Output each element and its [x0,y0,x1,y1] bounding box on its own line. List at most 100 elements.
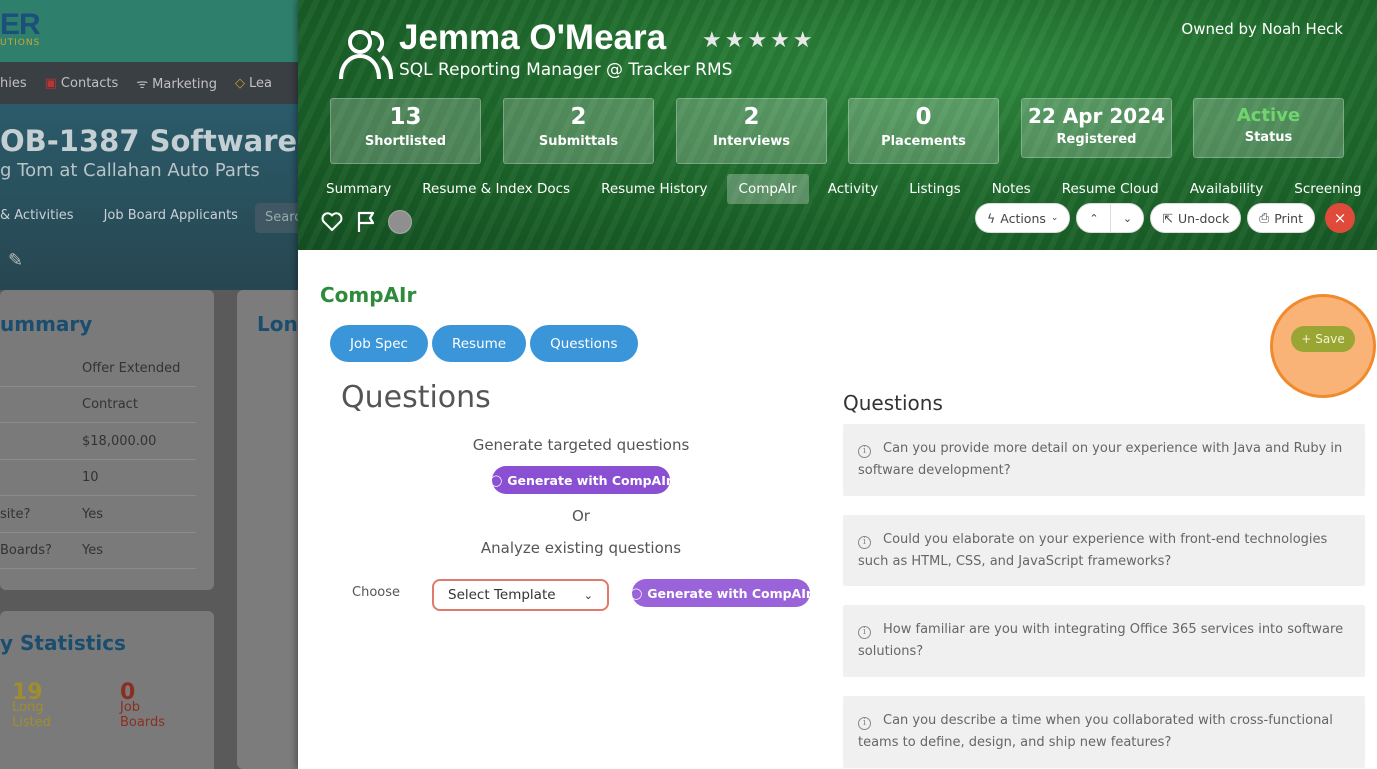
questions-list-title: Questions [843,391,943,415]
summary-row: site? Yes [0,497,196,533]
rating-stars[interactable]: ★★★★★ [702,28,816,53]
background-nav: hies ▣ Contacts ᯤ Marketing ◇ Lea [0,62,300,104]
quick-icons [320,210,412,234]
stat-registered: 22 Apr 2024 Registered [1021,98,1172,158]
stat-number: 0 [915,104,932,130]
summary-row: Contract [0,387,196,423]
nav-item-contacts[interactable]: ▣ Contacts [45,76,119,91]
pin-icon[interactable]: ✎ [8,250,23,271]
lightning-icon: ϟ [986,210,996,226]
status-dot-icon[interactable] [388,210,412,234]
chevron-down-icon: ⌄ [583,588,593,602]
stat-label: Long Listed [12,700,51,730]
or-label: Or [572,507,590,525]
tab-job-board-applicants[interactable]: Job Board Applicants [104,208,238,223]
stat-number: 2 [743,104,760,130]
header-toolbar: ϟ Actions ⌄ ⌃ ⌄ ⇱ Un-dock ⎙ Print × [974,203,1355,233]
info-icon: i [858,717,871,730]
print-label: Print [1274,210,1303,226]
compair-subtabs: Job Spec Resume Questions [330,325,638,362]
tab-availability[interactable]: Availability [1178,174,1276,204]
stat-interviews[interactable]: 2 Interviews [676,98,827,164]
choose-label: Choose [352,585,400,600]
stat-number: 0 [120,680,136,705]
chat-icon: ◯ [489,473,503,487]
template-select[interactable]: Select Template ⌄ [432,579,609,611]
nav-item[interactable]: hies [0,76,27,91]
subtab-questions[interactable]: Questions [530,325,638,362]
antenna-icon: ᯤ [136,77,149,92]
analyze-with-compair-button[interactable]: ◯ Generate with CompAIr [630,579,812,607]
job-title: OB-1387 Software Er [0,124,300,158]
long-list-title: Long [257,312,300,336]
tab-resume-cloud[interactable]: Resume Cloud [1050,174,1171,204]
background-search-input[interactable]: Searc [255,203,300,233]
chevron-down-icon[interactable]: ⌄ [1110,204,1143,232]
tab-summary[interactable]: Summary [314,174,403,204]
long-list-card: Long [237,290,300,769]
summary-value: Yes [82,507,103,522]
save-button[interactable]: + Save [1291,326,1355,352]
summary-row: 10 [0,460,196,496]
chevron-up-icon[interactable]: ⌃ [1077,204,1110,232]
stat-number: 19 [12,680,43,705]
record-navigation: ⌃ ⌄ [1076,203,1145,233]
question-card[interactable]: i Can you provide more detail on your exp… [843,424,1365,496]
actions-button[interactable]: ϟ Actions ⌄ [974,203,1071,233]
stat-submittals[interactable]: 2 Submittals [503,98,654,164]
chevron-down-icon: ⌄ [1050,213,1059,223]
flag-icon[interactable] [354,210,378,234]
stat-placements[interactable]: 0 Placements [848,98,999,164]
close-button[interactable]: × [1325,203,1355,233]
question-text: Could you elaborate on your experience w… [858,532,1328,569]
diamond-icon: ◇ [234,75,245,91]
nav-item-marketing[interactable]: ᯤ Marketing [136,74,217,92]
question-text: How familiar are you with integrating Of… [858,622,1344,659]
tab-resume-history[interactable]: Resume History [589,174,719,204]
question-text: Can you provide more detail on your expe… [858,441,1343,478]
plus-icon: + [1301,332,1312,346]
nav-item-label: Lea [248,75,272,91]
stat-shortlisted[interactable]: 13 Shortlisted [330,98,481,164]
question-card[interactable]: i How familiar are you with integrating O… [843,605,1365,677]
candidate-role: SQL Reporting Manager @ Tracker RMS [399,60,733,80]
info-icon: i [858,536,871,549]
heart-icon[interactable] [320,210,344,234]
print-button[interactable]: ⎙ Print [1247,203,1315,233]
job-subtitle: g Tom at Callahan Auto Parts [0,160,260,181]
tab-activity[interactable]: Activity [816,174,891,204]
tab-resume-index-docs[interactable]: Resume & Index Docs [410,174,582,204]
owner-label[interactable]: Owned by Noah Heck [1181,20,1343,38]
summary-value: Offer Extended [82,361,181,376]
compair-title: CompAIr [320,283,417,307]
generate-button-label: Generate with CompAIr [507,472,673,488]
generate-with-compair-button[interactable]: ◯ Generate with CompAIr [489,466,673,494]
question-text: Can you describe a time when you collabo… [858,713,1333,750]
stat-job-boards: 0 Job Boards [120,680,165,731]
stat-label: Registered [1056,132,1137,147]
candidate-avatar-icon [339,30,393,80]
candidate-name: Jemma O'Meara [399,18,667,57]
question-card[interactable]: i Can you describe a time when you collab… [843,696,1365,768]
stat-label: Submittals [538,134,619,149]
candidate-panel: Jemma O'Meara ★★★★★ SQL Reporting Manage… [298,0,1377,769]
tab-listings[interactable]: Listings [897,174,973,204]
logo-sub: UTIONS [0,38,41,48]
subtab-job-spec[interactable]: Job Spec [330,325,428,362]
analyze-label: Analyze existing questions [480,539,682,557]
question-card[interactable]: i Could you elaborate on your experience … [843,515,1365,586]
tab-screening[interactable]: Screening [1282,174,1373,204]
background-page: ER UTIONS hies ▣ Contacts ᯤ Marketing ◇ Lea… [0,0,300,769]
generate-label: Generate targeted questions [472,436,690,454]
summary-title: ummary [0,312,93,336]
tab-compair[interactable]: CompAIr [726,174,809,204]
stat-number: 2 [570,104,587,130]
summary-value: Yes [82,543,103,558]
summary-value: Contract [82,397,138,412]
tab-activities[interactable]: & Activities [0,208,74,223]
status-value: Active [1236,105,1301,126]
undock-button[interactable]: ⇱ Un-dock [1150,203,1242,233]
subtab-resume[interactable]: Resume [431,325,527,362]
nav-item-leads[interactable]: ◇ Lea [235,76,272,91]
tab-notes[interactable]: Notes [980,174,1043,204]
